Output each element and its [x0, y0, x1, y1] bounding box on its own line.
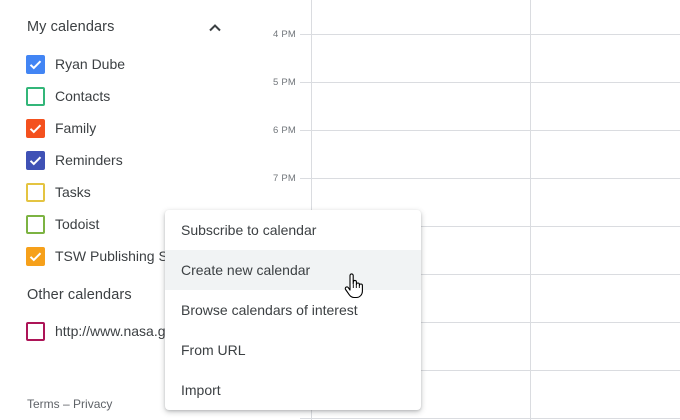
menu-item-import[interactable]: Import	[165, 370, 421, 410]
privacy-link[interactable]: Privacy	[73, 397, 112, 411]
checkbox-unchecked[interactable]	[26, 214, 45, 234]
checkmark-icon	[29, 123, 42, 133]
my-calendar-item[interactable]: Ryan Dube	[26, 52, 326, 76]
footer-separator: –	[63, 397, 70, 411]
my-calendar-label: Todoist	[55, 216, 100, 232]
checkbox-checked[interactable]	[26, 118, 45, 138]
footer-links: Terms – Privacy	[27, 397, 112, 411]
checkbox-unchecked[interactable]	[26, 86, 45, 106]
my-calendar-label: TSW Publishing S	[55, 248, 168, 264]
other-calendar-label: http://www.nasa.g	[55, 323, 166, 339]
my-calendar-label: Tasks	[55, 184, 91, 200]
menu-item-subscribe[interactable]: Subscribe to calendar	[165, 210, 421, 250]
hour-line	[300, 82, 680, 83]
menu-item-from-url[interactable]: From URL	[165, 330, 421, 370]
my-calendars-heading[interactable]: My calendars	[27, 19, 114, 39]
my-calendar-item[interactable]: Contacts	[26, 84, 326, 108]
add-calendar-menu: Subscribe to calendar Create new calenda…	[165, 210, 421, 410]
other-calendars-heading[interactable]: Other calendars	[27, 287, 132, 307]
hour-line	[300, 130, 680, 131]
calendar-window: 4 PM 5 PM 6 PM 7 PM My calendars Ryan Du…	[0, 0, 680, 420]
chevron-up-icon[interactable]	[206, 19, 224, 37]
day-column-divider	[530, 0, 531, 420]
my-calendar-label: Family	[55, 120, 97, 136]
terms-link[interactable]: Terms	[27, 397, 60, 411]
checkbox-unchecked[interactable]	[26, 182, 45, 202]
checkmark-icon	[29, 59, 42, 69]
time-label-4pm: 4 PM	[273, 29, 296, 40]
menu-item-browse-calendars[interactable]: Browse calendars of interest	[165, 290, 421, 330]
hour-line	[300, 418, 680, 419]
my-calendar-label: Contacts	[55, 88, 111, 104]
my-calendar-item[interactable]: Tasks	[26, 180, 326, 204]
checkmark-icon	[29, 251, 42, 261]
my-calendar-item[interactable]: Family	[26, 116, 326, 140]
checkbox-checked[interactable]	[26, 54, 45, 74]
my-calendar-label: Reminders	[55, 152, 123, 168]
hour-line	[300, 34, 680, 35]
checkmark-icon	[29, 155, 42, 165]
menu-item-create-new-calendar[interactable]: Create new calendar	[165, 250, 421, 290]
checkbox-checked[interactable]	[26, 150, 45, 170]
checkbox-checked[interactable]	[26, 246, 45, 266]
my-calendar-item[interactable]: Reminders	[26, 148, 326, 172]
my-calendar-label: Ryan Dube	[55, 56, 126, 72]
checkbox-unchecked[interactable]	[26, 321, 45, 341]
hour-line	[300, 178, 680, 179]
